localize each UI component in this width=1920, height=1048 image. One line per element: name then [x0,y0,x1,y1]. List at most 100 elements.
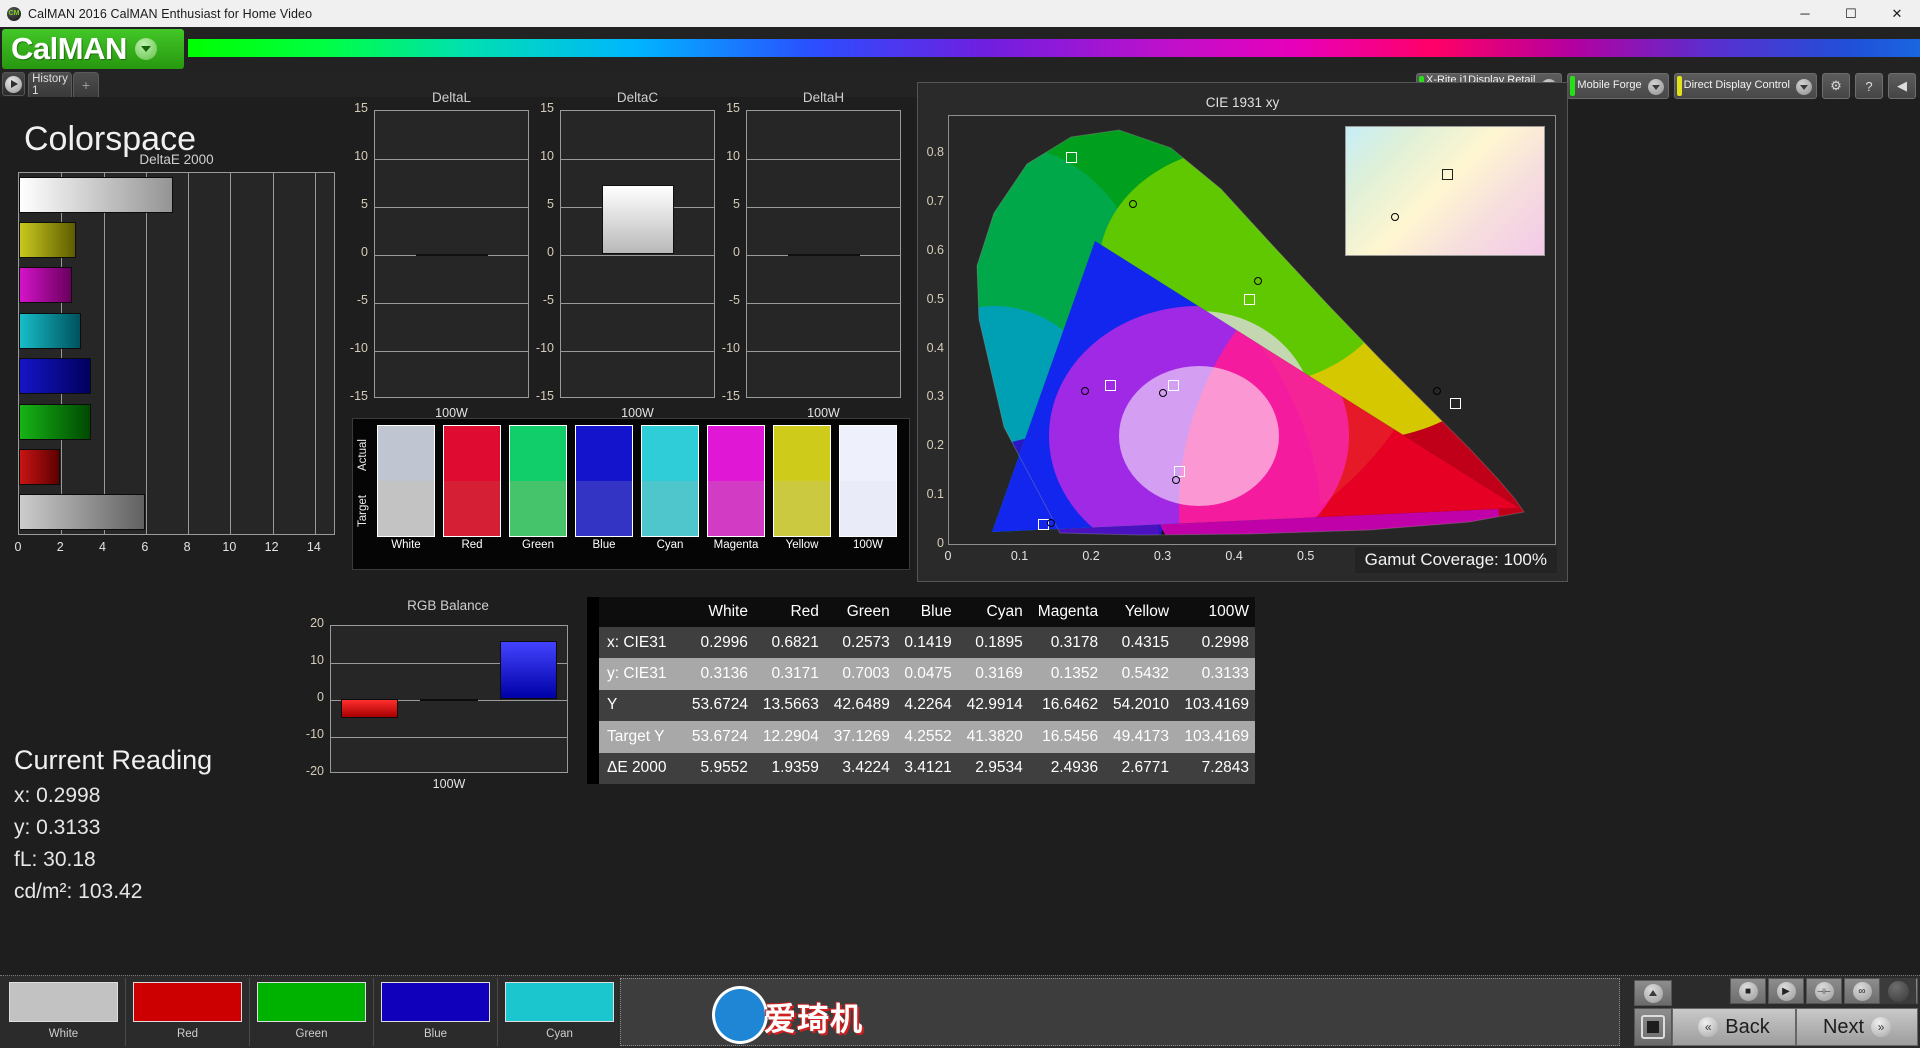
bottom-right-controls: ■ ▶ ⊣⊢ ∞ ↻ « [1618,978,1918,1046]
bottom-swatch-cyan[interactable]: Cyan [498,978,622,1046]
swatch-column-100w[interactable]: 100W [839,425,897,551]
cie-y-tick: 0.6 [926,242,944,257]
display-control-selector[interactable]: Direct Display Control [1673,73,1817,99]
play-button[interactable]: ▶ [1768,978,1804,1004]
cie-y-tick: 0.4 [926,340,944,355]
chevron-up-icon [1643,983,1663,1003]
session-play-button[interactable] [2,72,25,96]
bottom-swatch-blue[interactable]: Blue [374,978,498,1046]
calman-logo-text: CalMAN [11,31,127,66]
table-col-header-cyan: Cyan [986,603,1023,620]
gridline [561,303,714,304]
source-selector[interactable]: Mobile Forge [1567,73,1669,99]
swatch-column-white[interactable]: White [377,425,435,551]
close-button[interactable]: ✕ [1874,0,1920,27]
swatch-label: Blue [592,539,616,551]
table-header-row: White Red Green Blue Cyan Magenta Yellow 100W [587,597,1255,627]
table-col-header-white: White [708,603,748,620]
stop-icon: ■ [1738,981,1758,1001]
swatch-actual [378,426,434,481]
bottom-swatch-red[interactable]: Red [126,978,250,1046]
deltae-x-tick: 0 [14,540,22,554]
gridline [375,159,528,160]
swatch-column-cyan[interactable]: Cyan [641,425,699,551]
swatch-caption: Cyan [546,1028,573,1040]
table-row: ΔE 2000 5.9552 1.9359 3.4224 3.4121 2.9534 2.4… [587,752,1255,784]
table-cell: 53.6724 [691,727,748,745]
swatch-column-yellow[interactable]: Yellow [773,425,831,551]
gridline [747,159,900,160]
deltae-bar [19,403,92,440]
bottom-swatch-green[interactable]: Green [250,978,374,1046]
deltae-chart-title: DeltaE 2000 [139,152,214,167]
single-measure-button[interactable]: ⊣⊢ [1806,978,1842,1004]
swatch-side-label-target: Target [357,495,369,527]
back-button[interactable]: « Back [1672,1008,1796,1046]
table-head: White Red Green Blue Cyan Magenta Yellow 100W [587,597,1255,627]
deltal-y-tick: -5 [356,293,368,307]
deltah-y-tick: -15 [721,389,740,403]
minimize-button[interactable]: ─ [1782,0,1828,27]
gridline [561,351,714,352]
expand-panel-button[interactable] [1634,980,1672,1006]
continuous-measure-button[interactable]: ∞ [1844,978,1880,1004]
table-lead-cell [587,689,599,722]
rgb-balance-y-tick: -10 [305,727,324,741]
table-cell: 42.6489 [833,696,890,714]
table-body: x: CIE31 0.2996 0.6821 0.2573 0.1419 0.1895 0.… [587,627,1255,784]
table-row: Y 53.6724 13.5663 42.6489 4.2264 42.9914 16.64… [587,689,1255,722]
table-row-header: Target Y [607,727,665,745]
cie-measured-marker-green [1129,199,1138,208]
cie-1931-panel: CIE 1931 xy 0.8 0.7 0.6 0.5 0.4 0.3 0.2 … [917,82,1568,582]
settings-button[interactable]: ⚙ [1822,73,1850,99]
table-cell: 37.1269 [833,727,890,745]
swatch-column-blue[interactable]: Blue [575,425,633,551]
status-dot-icon [1887,980,1909,1002]
chevron-down-icon[interactable] [1796,79,1812,95]
cie-target-marker-white [1167,380,1179,392]
gridline [747,207,900,208]
chevron-down-icon[interactable] [134,38,157,60]
calman-logo-button[interactable]: CalMAN [2,29,184,69]
next-button[interactable]: Next » [1796,1008,1918,1046]
swatch-chip [133,982,242,1022]
chevron-down-icon[interactable] [1647,79,1664,95]
cie-target-marker-cyan [1104,380,1116,392]
stop-button[interactable]: ■ [1730,978,1766,1004]
cie-chart-plot[interactable] [948,115,1556,545]
help-button[interactable]: ? [1855,73,1883,99]
colorspace-data-table: White Red Green Blue Cyan Magenta Yellow 100W x… [587,597,1255,784]
gridline [375,303,528,304]
collapse-panel-button[interactable]: ◀ [1888,73,1916,99]
back-label: Back [1725,1015,1770,1038]
swatch-label: Green [522,539,554,551]
rgb-balance-bar-red [341,699,399,718]
table-row: x: CIE31 0.2996 0.6821 0.2573 0.1419 0.1895 0.… [587,627,1255,659]
deltac-y-tick: 0 [547,245,554,259]
bottom-swatch-white[interactable]: White [2,978,126,1046]
swatch-column-red[interactable]: Red [443,425,501,551]
swatch-column-green[interactable]: Green [509,425,567,551]
table-cell: 1.9359 [771,759,819,777]
gridline [561,159,714,160]
cie-target-marker-magenta [1173,465,1185,477]
window-titlebar: CM CalMAN 2016 CalMAN Enthusiast for Hom… [0,0,1920,27]
gamut-coverage-label: Gamut Coverage: 100% [1354,547,1557,573]
table-cell: 0.3133 [1201,665,1249,683]
tab-history-1[interactable]: History 1 [28,72,72,97]
deltae-chart-title-wrap: DeltaE 2000 [18,152,335,172]
swatch-column-magenta[interactable]: Magenta [707,425,765,551]
swatch-target [774,481,830,536]
tab-add-button[interactable]: + [73,72,99,97]
deltae-bar [19,176,173,213]
swatch-target [510,481,566,536]
cie-y-tick: 0.8 [926,145,944,160]
target-icon [1641,1015,1665,1039]
gridline [331,737,567,738]
table-cell: 0.2573 [842,633,890,651]
swatch-target [642,481,698,536]
deltah-y-tick: -10 [721,341,740,355]
cie-x-tick: 0.5 [1296,549,1315,563]
maximize-button[interactable]: ☐ [1828,0,1874,27]
target-pattern-button[interactable] [1634,1008,1672,1046]
